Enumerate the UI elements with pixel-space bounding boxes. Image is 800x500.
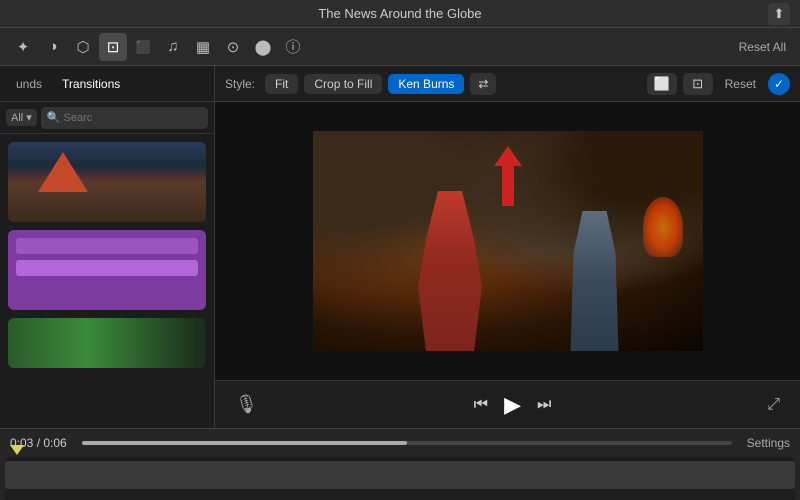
search-icon: 🔍 xyxy=(47,111,61,124)
resize-icon1[interactable]: ⬜ xyxy=(647,73,677,95)
purple-app-clip[interactable] xyxy=(8,230,206,310)
swap-icon[interactable]: ⇄ xyxy=(470,73,496,95)
style-bar-right: ⬜ ⊡ Reset ✓ xyxy=(647,73,790,95)
skip-forward-button[interactable]: ⏭ xyxy=(537,396,551,414)
upload-button[interactable]: ⬆ xyxy=(768,3,790,25)
palette-icon[interactable]: ⬡ xyxy=(69,33,97,61)
timeline-playhead xyxy=(10,445,24,455)
reset-all-button[interactable]: Reset All xyxy=(733,37,792,57)
color-wheel-icon[interactable]: ◑ xyxy=(39,33,67,61)
clips-list xyxy=(0,134,214,428)
timeline-progress-bar[interactable] xyxy=(82,441,732,445)
style-label: Style: xyxy=(225,77,255,91)
play-button[interactable]: ▶ xyxy=(504,392,521,418)
speedometer-icon[interactable]: ⊙ xyxy=(219,33,247,61)
fit-button[interactable]: Fit xyxy=(265,74,298,94)
window-title: The News Around the Globe xyxy=(318,6,481,21)
crop-to-fill-button[interactable]: Crop to Fill xyxy=(304,74,382,94)
sounds-tab[interactable]: unds xyxy=(8,73,50,95)
info-icon[interactable]: ⓘ xyxy=(279,33,307,61)
playback-center: ⏮ ▶ ⏭ xyxy=(474,392,552,418)
resize-icon2[interactable]: ⊡ xyxy=(683,73,713,95)
transitions-tab[interactable]: Transitions xyxy=(54,73,128,95)
snowy-house-clip[interactable] xyxy=(8,142,206,222)
bg-fire xyxy=(643,197,683,257)
timeline-clip-bar xyxy=(5,461,795,489)
arrow-head xyxy=(494,146,522,166)
arrow-shaft xyxy=(502,166,514,206)
filter-icon[interactable]: ⬤ xyxy=(249,33,277,61)
timeline-track[interactable] xyxy=(5,457,795,500)
settings-button[interactable]: Settings xyxy=(747,436,790,450)
microphone-button[interactable]: 🎙 xyxy=(235,394,258,415)
search-input[interactable] xyxy=(64,112,202,124)
video-preview xyxy=(215,102,800,380)
red-arrow xyxy=(494,146,522,206)
playback-controls: 🎙 ⏮ ▶ ⏭ ⤢ xyxy=(215,380,800,428)
search-input-wrap: 🔍 xyxy=(41,107,208,129)
green-clip[interactable] xyxy=(8,318,206,368)
reset-button[interactable]: Reset xyxy=(719,75,762,93)
fullscreen-button[interactable]: ⤢ xyxy=(767,396,780,414)
left-panel: unds Transitions All ▾ 🔍 xyxy=(0,66,215,428)
audio-icon[interactable]: ♫ xyxy=(159,33,187,61)
timeline: 0:03 / 0:06 Settings xyxy=(0,428,800,500)
camera-icon[interactable]: ⬛ xyxy=(129,33,157,61)
all-filter-button[interactable]: All ▾ xyxy=(6,109,37,126)
toolbar: ✦ ◑ ⬡ ⊡ ⬛ ♫ ▦ ⊙ ⬤ ⓘ Reset All xyxy=(0,28,800,66)
skip-back-button[interactable]: ⏮ xyxy=(474,396,488,414)
crop-icon[interactable]: ⊡ xyxy=(99,33,127,61)
timeline-progress-fill xyxy=(82,441,407,445)
left-tabs: unds Transitions xyxy=(0,66,214,102)
style-bar: Style: Fit Crop to Fill Ken Burns ⇄ ⬜ ⊡ … xyxy=(215,66,800,102)
right-panel: Style: Fit Crop to Fill Ken Burns ⇄ ⬜ ⊡ … xyxy=(215,66,800,428)
main-area: unds Transitions All ▾ 🔍 xyxy=(0,66,800,428)
confirm-button[interactable]: ✓ xyxy=(768,73,790,95)
chart-icon[interactable]: ▦ xyxy=(189,33,217,61)
video-frame xyxy=(313,131,703,351)
ken-burns-button[interactable]: Ken Burns xyxy=(388,74,464,94)
timeline-top: 0:03 / 0:06 Settings xyxy=(0,429,800,457)
magic-wand-icon[interactable]: ✦ xyxy=(9,33,37,61)
search-bar: All ▾ 🔍 xyxy=(0,102,214,134)
title-bar: The News Around the Globe ⬆ xyxy=(0,0,800,28)
